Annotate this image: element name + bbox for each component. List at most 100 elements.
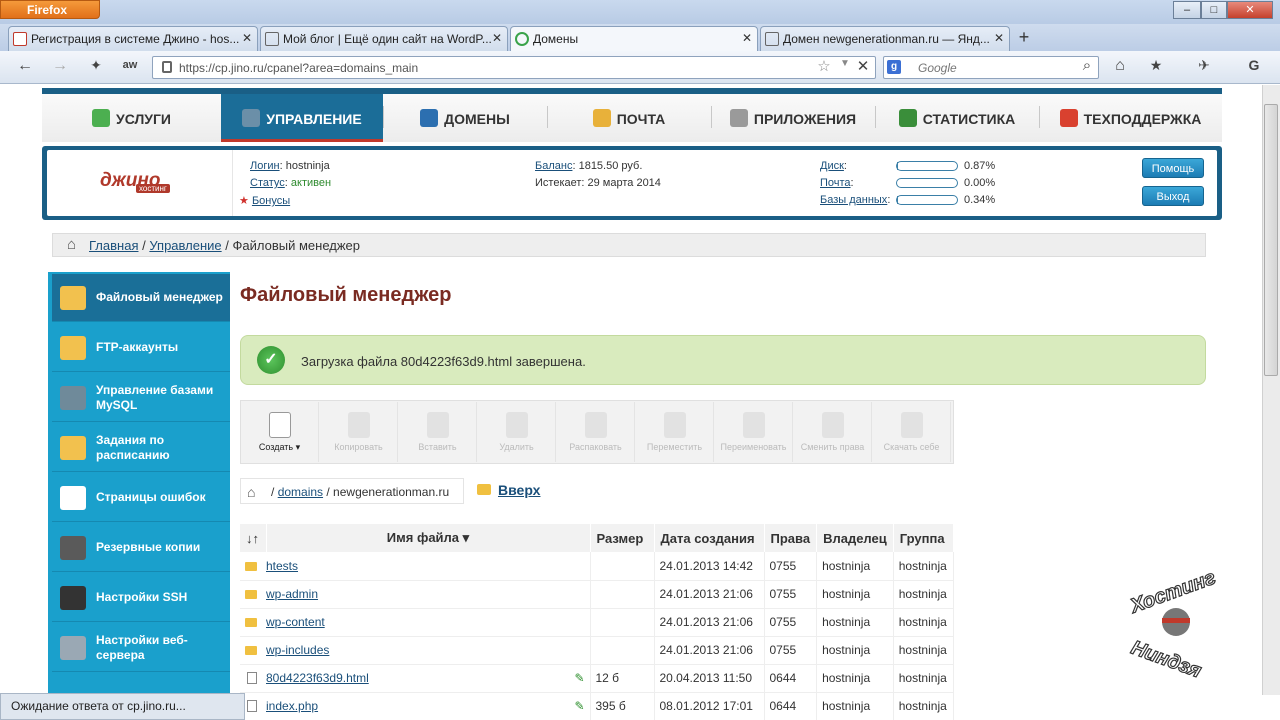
sidebar-item-6[interactable]: Настройки SSH	[52, 574, 230, 622]
filename-link[interactable]: htests	[266, 559, 298, 573]
webmoney-icon[interactable]: aw	[120, 59, 140, 79]
sidebar-item-2[interactable]: Управление базами MySQL	[52, 374, 230, 422]
help-button[interactable]: Помощь	[1142, 158, 1204, 178]
toolbar-1[interactable]: Копировать	[320, 402, 398, 462]
nav-0[interactable]: УСЛУГИ	[42, 94, 221, 142]
toolbar-7[interactable]: Сменить права	[794, 402, 872, 462]
table-row[interactable]: wp-content 24.01.2013 21:06 0755 hostninja h…	[240, 608, 955, 637]
filename-link[interactable]: wp-content	[266, 615, 325, 629]
firefox-menu-button[interactable]: Firefox	[0, 0, 100, 19]
tab-0[interactable]: Регистрация в системе Джино - hos... ✕	[8, 26, 258, 51]
login-label[interactable]: Логин	[250, 160, 280, 172]
close-tab-icon[interactable]: ✕	[742, 31, 752, 45]
filename-cell[interactable]: 80d4223f63d9.html ✎	[266, 664, 591, 693]
new-tab-icon[interactable]: +	[1012, 27, 1036, 49]
col-owner[interactable]: Владелец	[816, 524, 894, 552]
table-row[interactable]: 80d4223f63d9.html ✎ 12 б 20.04.2013 11:50 06…	[240, 664, 955, 693]
table-row[interactable]: wp-includes 24.01.2013 21:06 0755 hostninja…	[240, 636, 955, 665]
path-domains-link[interactable]: domains	[278, 485, 323, 499]
toolbar-0[interactable]: Создать ▾	[241, 402, 319, 462]
back-icon[interactable]: ←	[15, 57, 35, 77]
translate-icon[interactable]: G	[1244, 57, 1264, 77]
row-select[interactable]	[240, 608, 266, 637]
toolbar-5[interactable]: Переместить	[636, 402, 714, 462]
url-bar[interactable]: https://cp.jino.ru/cpanel?area=domains_m…	[152, 56, 876, 79]
status-label[interactable]: Статус	[250, 177, 285, 189]
sidebar-item-5[interactable]: Резервные копии	[52, 524, 230, 572]
balance-label[interactable]: Баланс	[535, 160, 572, 172]
stop-icon[interactable]: ✕	[853, 57, 873, 77]
tab-2[interactable]: Домены ✕	[510, 26, 758, 51]
db-label[interactable]: Базы данных	[820, 194, 887, 206]
exit-button[interactable]: Выход	[1142, 186, 1204, 206]
col-permissions[interactable]: Права	[764, 524, 818, 552]
tab-3[interactable]: Домен newgenerationman.ru — Янд... ✕	[760, 26, 1010, 51]
table-row[interactable]: wp-admin 24.01.2013 21:06 0755 hostninja hos…	[240, 580, 955, 609]
filename-link[interactable]: wp-admin	[266, 587, 318, 601]
col-filename[interactable]: Имя файла ▾	[266, 524, 591, 552]
toolbar-3[interactable]: Удалить	[478, 402, 556, 462]
filename-link[interactable]: wp-includes	[266, 643, 329, 657]
sidebar-item-0[interactable]: Файловый менеджер	[52, 274, 230, 322]
sort-toggle-icon[interactable]: ↓↑	[240, 524, 267, 552]
filename-link[interactable]: 80d4223f63d9.html	[266, 671, 369, 685]
nav-6[interactable]: ТЕХПОДДЕРЖКА	[1039, 94, 1222, 142]
edit-pencil-icon[interactable]: ✎	[574, 671, 584, 685]
nav-1[interactable]: УПРАВЛЕНИЕ	[221, 94, 383, 142]
filename-cell[interactable]: wp-includes	[266, 636, 591, 665]
row-select[interactable]	[240, 552, 266, 581]
sidebar-item-4[interactable]: Страницы ошибок	[52, 474, 230, 522]
sidebar-item-1[interactable]: FTP-аккаунты	[52, 324, 230, 372]
sidebar-item-7[interactable]: Настройки веб-сервера	[52, 624, 230, 672]
col-created[interactable]: Дата создания	[654, 524, 765, 552]
toolbar-2[interactable]: Вставить	[399, 402, 477, 462]
sidebar-item-3[interactable]: Задания по расписанию	[52, 424, 230, 472]
history-dropdown-icon[interactable]: ▼	[835, 58, 855, 78]
breadcrumb-home[interactable]: Главная	[89, 238, 138, 253]
close-tab-icon[interactable]: ✕	[994, 31, 1004, 45]
maximize-icon[interactable]: □	[1201, 1, 1227, 19]
bookmark-star-icon[interactable]: ☆	[814, 57, 834, 77]
search-input[interactable]: Google	[883, 56, 1099, 79]
col-group[interactable]: Группа	[893, 524, 955, 552]
filename-link[interactable]: index.php	[266, 699, 318, 713]
row-select[interactable]	[240, 580, 266, 609]
table-row[interactable]: htests 24.01.2013 14:42 0755 hostninja hostn…	[240, 552, 955, 581]
breadcrumb-section[interactable]: Управление	[149, 238, 221, 253]
col-size[interactable]: Размер	[590, 524, 655, 552]
edit-pencil-icon[interactable]: ✎	[574, 699, 584, 713]
minimize-icon[interactable]: –	[1173, 1, 1201, 19]
table-row[interactable]: index.php ✎ 395 б 08.01.2012 17:01 0644 hostn…	[240, 692, 955, 720]
nav-4[interactable]: ПРИЛОЖЕНИЯ	[711, 94, 875, 142]
filename-cell[interactable]: index.php ✎	[266, 692, 591, 720]
nav-5[interactable]: СТАТИСТИКА	[875, 94, 1039, 142]
toolbar-4[interactable]: Распаковать	[557, 402, 635, 462]
row-select[interactable]	[240, 636, 266, 665]
addon-icon[interactable]: ✦	[86, 57, 106, 77]
nav-2[interactable]: ДОМЕНЫ	[383, 94, 547, 142]
search-icon[interactable]: ⌕	[1077, 57, 1097, 77]
close-window-icon[interactable]: ✕	[1227, 1, 1273, 19]
mail-usage-value: 0.00%	[964, 177, 996, 189]
scrollbar-thumb[interactable]	[1264, 104, 1278, 376]
forward-icon[interactable]: →	[50, 57, 70, 77]
filename-cell[interactable]: htests	[266, 552, 591, 581]
disk-label[interactable]: Диск	[820, 160, 844, 172]
bonus-link[interactable]: Бонусы	[252, 195, 290, 207]
filename-cell[interactable]: wp-content	[266, 608, 591, 637]
filename-cell[interactable]: wp-admin	[266, 580, 591, 609]
home-icon[interactable]: ⌂	[67, 236, 76, 253]
mail-label[interactable]: Почта	[820, 177, 851, 189]
tab-1[interactable]: Мой блог | Ещё один сайт на WordP... ✕	[260, 26, 508, 51]
bookmarks-icon[interactable]: ★	[1146, 57, 1166, 77]
close-tab-icon[interactable]: ✕	[242, 31, 252, 45]
row-select[interactable]	[240, 664, 266, 693]
home-icon[interactable]: ⌂	[1110, 57, 1130, 77]
close-tab-icon[interactable]: ✕	[492, 31, 502, 45]
toolbar-6[interactable]: Переименовать	[715, 402, 793, 462]
google-engine-icon[interactable]: g	[887, 60, 901, 74]
extension-icon[interactable]: ✈	[1194, 57, 1214, 77]
nav-3[interactable]: ПОЧТА	[547, 94, 711, 142]
home-folder-icon[interactable]: ⌂	[247, 484, 255, 500]
toolbar-8[interactable]: Скачать себе	[873, 402, 951, 462]
